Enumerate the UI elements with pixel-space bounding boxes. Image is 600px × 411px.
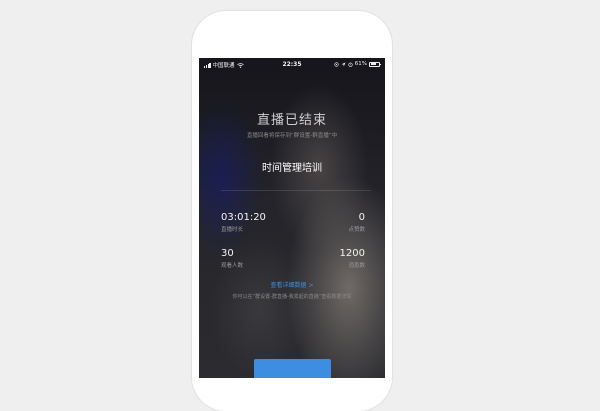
battery-percentage: 61% bbox=[354, 61, 367, 67]
replay-saved-note: 直播回看将保存到“群设置-群直播”中 bbox=[246, 133, 338, 139]
battery-icon bbox=[369, 61, 381, 67]
status-bar-right: 61% bbox=[334, 61, 381, 67]
course-title: 时间管理培训 bbox=[262, 163, 322, 174]
stat-messages-label: 消息数 bbox=[348, 263, 365, 269]
stat-viewers-value: 30 bbox=[221, 248, 234, 259]
section-divider bbox=[221, 190, 371, 191]
stat-duration-label: 直播时长 bbox=[221, 227, 244, 233]
battery-fill bbox=[370, 63, 376, 65]
data-details-hint: 你可以在“群设置-群直播-我发起的直播”查看数据详情 bbox=[232, 294, 352, 300]
alarm-icon bbox=[348, 62, 353, 67]
stat-viewers-label: 观看人数 bbox=[221, 263, 244, 269]
live-end-screen: 中国联通 22:35 61% 直播已结束 直播回看将保存到“群设置-群直播”中 … bbox=[199, 58, 385, 378]
view-detailed-data-link[interactable]: 查看详细数据 > bbox=[199, 280, 385, 289]
stat-messages: 1200 消息数 bbox=[340, 248, 365, 269]
stat-duration: 03:01:20 直播时长 bbox=[221, 212, 266, 233]
stat-likes: 0 点赞数 bbox=[348, 212, 365, 233]
live-ended-title: 直播已结束 bbox=[256, 113, 327, 128]
navigation-arrow-icon bbox=[341, 62, 346, 66]
stat-messages-value: 1200 bbox=[339, 248, 365, 259]
stat-likes-value: 0 bbox=[358, 212, 365, 223]
stat-viewers: 30 观看人数 bbox=[221, 248, 243, 269]
stat-duration-value: 03:01:20 bbox=[221, 212, 266, 223]
status-bar: 中国联通 22:35 61% bbox=[199, 58, 385, 72]
location-icon bbox=[334, 61, 339, 67]
stat-likes-label: 点赞数 bbox=[348, 227, 365, 233]
